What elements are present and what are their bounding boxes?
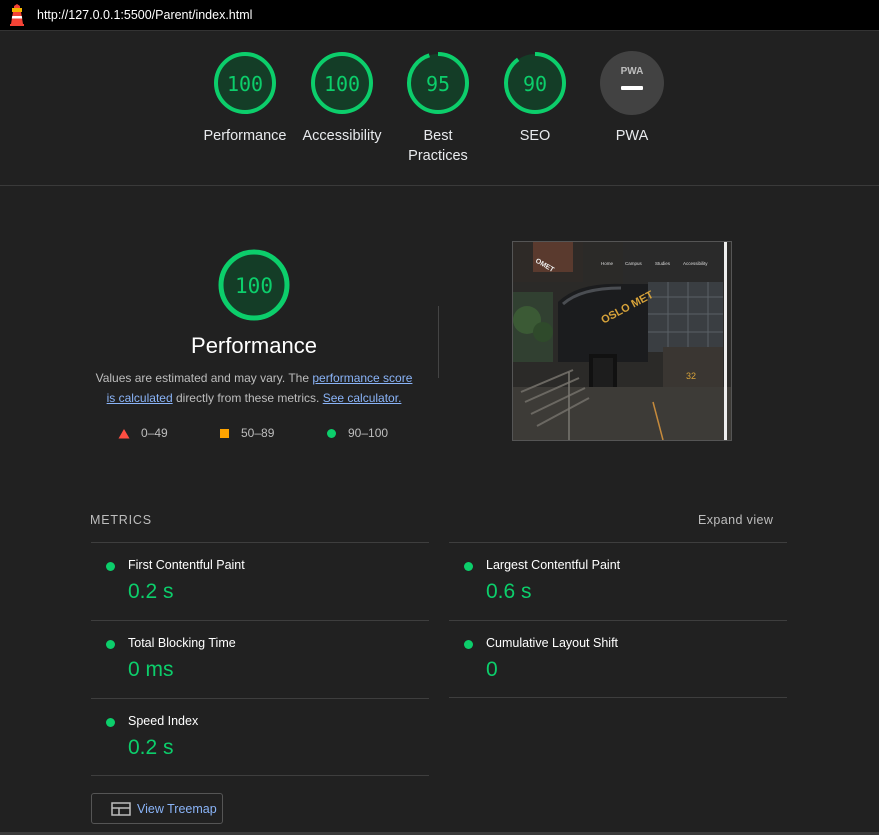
desc-text: Values are estimated and may vary. The bbox=[95, 371, 313, 385]
view-treemap-button[interactable]: View Treemap bbox=[91, 793, 223, 824]
lighthouse-logo-icon bbox=[10, 4, 24, 26]
pwa-badge-text: PWA bbox=[621, 66, 644, 77]
gauge-accessibility-score: 100 bbox=[324, 72, 360, 96]
metric-lcp-name: Largest Contentful Paint bbox=[486, 558, 621, 572]
section-divider bbox=[438, 306, 439, 378]
expand-view-toggle[interactable]: Expand view bbox=[698, 513, 773, 527]
report-url[interactable]: http://127.0.0.1:5500/Parent/index.html bbox=[37, 8, 252, 22]
metric-cls-name: Cumulative Layout Shift bbox=[486, 636, 619, 650]
gauge-seo-ring: 90 bbox=[504, 52, 566, 114]
metric-divider bbox=[91, 775, 429, 776]
metric-fcp-name: First Contentful Paint bbox=[128, 558, 245, 572]
thumb-number: 32 bbox=[686, 371, 696, 381]
thumb-nav-home: Home bbox=[601, 261, 614, 266]
thumb-nav-studies: Studies bbox=[655, 261, 671, 266]
performance-description: Values are estimated and may vary. The p… bbox=[90, 368, 418, 408]
metric-tbt-name: Total Blocking Time bbox=[128, 636, 236, 650]
treemap-icon bbox=[111, 801, 131, 816]
pass-dot-icon bbox=[106, 718, 115, 727]
gauge-pwa[interactable]: PWA PWA bbox=[584, 50, 680, 146]
final-screenshot[interactable]: Home Campus Studies Accessibility OMET O… bbox=[512, 241, 732, 441]
metric-fcp-value: 0.2 s bbox=[128, 580, 174, 603]
gauge-best-practices-label: Best Practices bbox=[408, 128, 468, 164]
pass-dot-icon bbox=[464, 640, 473, 649]
gauge-performance-score: 100 bbox=[227, 72, 263, 96]
gauge-seo-label: SEO bbox=[519, 128, 551, 144]
score-gauges: 100 Performance 100 Accessibility 95 Bes… bbox=[0, 30, 879, 186]
metric-si-value: 0.2 s bbox=[128, 736, 174, 759]
circle-pass-icon bbox=[327, 428, 336, 438]
legend-average-label: 50–89 bbox=[241, 426, 275, 440]
performance-title: Performance bbox=[191, 333, 317, 358]
pass-dot-icon bbox=[106, 640, 115, 649]
metric-cls-value: 0 bbox=[486, 658, 498, 681]
see-calculator-link[interactable]: See calculator. bbox=[323, 391, 402, 405]
gauge-performance[interactable]: 100 Performance bbox=[197, 50, 293, 146]
legend-pass-label: 90–100 bbox=[348, 426, 389, 440]
metric-tbt: Total Blocking Time 0 ms bbox=[91, 620, 429, 698]
metric-si-name: Speed Index bbox=[128, 714, 199, 728]
metric-fcp: First Contentful Paint 0.2 s bbox=[91, 542, 429, 620]
legend-fail: 0–49 bbox=[118, 426, 168, 440]
triangle-fail-icon bbox=[118, 428, 130, 438]
gauge-pwa-label: PWA bbox=[615, 128, 649, 144]
gauge-best-practices-ring: 95 bbox=[407, 52, 469, 114]
gauge-seo[interactable]: 90 SEO bbox=[487, 50, 583, 146]
performance-score: 100 bbox=[235, 274, 273, 298]
gauge-accessibility-ring: 100 bbox=[311, 52, 373, 114]
square-average-icon bbox=[220, 428, 229, 438]
metric-divider bbox=[449, 697, 787, 698]
performance-gauge: 100 bbox=[218, 249, 290, 321]
gauge-seo-score: 90 bbox=[523, 72, 547, 96]
gauge-performance-label: Performance bbox=[203, 128, 287, 144]
view-treemap-label: View Treemap bbox=[137, 801, 217, 816]
thumb-nav-campus: Campus bbox=[625, 261, 643, 266]
metric-si: Speed Index 0.2 s bbox=[91, 698, 429, 776]
legend-fail-label: 0–49 bbox=[141, 426, 168, 440]
building-photo: Home Campus Studies Accessibility OMET O… bbox=[513, 242, 731, 440]
legend-pass: 90–100 bbox=[326, 426, 388, 440]
pass-dot-icon bbox=[106, 562, 115, 571]
pwa-dash-icon: PWA bbox=[600, 51, 664, 115]
gauge-performance-ring: 100 bbox=[214, 52, 276, 114]
metric-lcp-value: 0.6 s bbox=[486, 580, 532, 603]
gauge-best-practices[interactable]: 95 Best Practices bbox=[390, 50, 486, 166]
pass-dot-icon bbox=[464, 562, 473, 571]
metric-cls: Cumulative Layout Shift 0 bbox=[449, 620, 787, 698]
desc-text-2: directly from these metrics. bbox=[172, 391, 323, 405]
url-bar: http://127.0.0.1:5500/Parent/index.html bbox=[0, 0, 879, 31]
gauge-accessibility[interactable]: 100 Accessibility bbox=[294, 50, 390, 146]
gauge-best-practices-score: 95 bbox=[426, 72, 450, 96]
gauge-accessibility-label: Accessibility bbox=[302, 128, 382, 144]
thumb-nav-accessibility: Accessibility bbox=[683, 261, 708, 266]
metrics-heading: METRICS bbox=[90, 513, 152, 527]
metric-tbt-value: 0 ms bbox=[128, 658, 174, 681]
legend-average: 50–89 bbox=[219, 426, 274, 440]
metric-lcp: Largest Contentful Paint 0.6 s bbox=[449, 542, 787, 620]
